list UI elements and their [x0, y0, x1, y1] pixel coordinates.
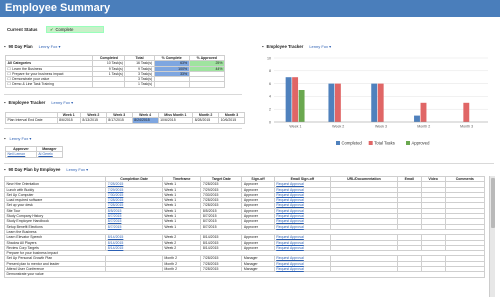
checkbox-icon[interactable]: ☐: [8, 77, 11, 81]
chevron-down-icon: ▾: [71, 100, 74, 105]
category-cell: ☐ Demo & Line Task Training: [4, 81, 94, 88]
bullet-icon: ▪: [4, 167, 6, 172]
tracker-row-label: Plan Interval End Date: [5, 117, 58, 124]
tracker-filter[interactable]: Lenny Fox ▾: [51, 100, 73, 105]
plan-by-employee-title: ▪ 90 Day Plan by Employee Lenny Fox ▾: [4, 167, 89, 172]
bullet-icon: ▪: [4, 100, 6, 105]
page-title: Employee Summary: [5, 2, 111, 14]
y-tick-label: 4: [269, 95, 271, 99]
legend-swatch: [336, 141, 340, 145]
chart-filter[interactable]: Lenny Fox ▾: [309, 44, 331, 49]
checkbox-icon[interactable]: ☐: [8, 72, 11, 76]
bar-total-tasks[interactable]: [292, 77, 299, 122]
legend-label: Completed: [342, 141, 363, 146]
y-tick-label: 8: [269, 69, 271, 73]
checkbox-icon[interactable]: ☐: [8, 67, 11, 71]
plan90-section-title: ▪ 90 Day Plan Lenny Fox ▾: [4, 44, 61, 49]
plan-by-employee-table: Completion Date Timeframe Target Date Sign-…: [4, 176, 486, 278]
chart-section-title: ▪ Employee Tracker Lenny Fox ▾: [262, 44, 332, 49]
plan90-filter[interactable]: Lenny Fox ▾: [39, 44, 61, 49]
x-tick-label: Month 3: [460, 125, 473, 129]
plan-by-employee-viewport: Completion Date Timeframe Target Date Sign-…: [4, 176, 487, 297]
bar-approved[interactable]: [298, 90, 305, 122]
bar-completed[interactable]: [414, 115, 420, 122]
bar-completed[interactable]: [328, 83, 335, 122]
y-tick-label: 6: [269, 82, 271, 86]
bar-total-tasks[interactable]: [334, 83, 341, 122]
tracker-section-title: ▪ Employee Tracker Lenny Fox ▾: [4, 100, 74, 105]
pct-complete-cell: [153, 81, 190, 88]
pct-approved-cell: [188, 81, 226, 88]
tracker-date-cell: 8/24/2015: [131, 117, 159, 124]
x-tick-label: Week 3: [375, 125, 387, 129]
bullet-icon: ▪: [262, 44, 264, 49]
table-row: Demonstrate your value: [4, 271, 485, 278]
approver-table: Approver Manager Neil Lemon Al Gerelx: [5, 145, 64, 158]
bar-completed[interactable]: [285, 77, 292, 122]
tracker-date-cell: 8/6/2015: [56, 117, 81, 124]
section-divider: [4, 163, 494, 164]
tracker-table: Week 1 Week 2 Week 3 Week 4 Miss Month 1 Mont…: [5, 111, 245, 124]
legend-label: Total Tasks: [374, 141, 395, 146]
y-tick-label: 2: [269, 108, 271, 112]
table-row: ☐ Demo & Line Task Training 1 Task(s): [4, 81, 226, 88]
y-tick-label: 0: [269, 120, 271, 124]
section-divider: [4, 128, 242, 129]
legend-swatch: [406, 141, 410, 145]
bullet-icon: ▪: [4, 44, 6, 49]
tracker-date-cell: 8/13/2015: [79, 117, 107, 124]
completed-cell: [92, 81, 126, 88]
chevron-down-icon: ▾: [29, 136, 32, 141]
bar-total-tasks[interactable]: [377, 83, 384, 122]
scrollbar-thumb[interactable]: [491, 178, 495, 228]
bar-completed[interactable]: [371, 83, 378, 122]
plan90-table: Completed Total% Complete% Approved All C…: [4, 54, 226, 88]
bar-total-tasks[interactable]: [420, 102, 427, 122]
chevron-down-icon: ▾: [329, 44, 332, 49]
x-tick-label: Week 2: [332, 125, 344, 129]
status-value: Complete: [55, 26, 74, 32]
check-icon: ✔: [50, 26, 54, 32]
approver-link[interactable]: Neil Lemon: [5, 151, 37, 158]
bar-total-tasks[interactable]: [463, 102, 470, 122]
checkbox-icon[interactable]: ☐: [8, 82, 11, 86]
bullet-icon: ▪: [4, 136, 6, 141]
approver-filter[interactable]: Lenny Fox ▾: [10, 136, 32, 141]
plan-by-employee-filter[interactable]: Lenny Fox ▾: [66, 167, 88, 172]
x-tick-label: Week 1: [289, 125, 301, 129]
tracker-date-cell: 10/6/2015: [218, 117, 245, 124]
chevron-down-icon: ▾: [58, 44, 61, 49]
vertical-scrollbar[interactable]: [489, 176, 495, 297]
chevron-down-icon: ▾: [86, 167, 89, 172]
total-cell: 1 Task(s): [124, 81, 155, 88]
legend-swatch: [368, 141, 373, 145]
tracker-date-cell: 10/6/2015: [157, 117, 194, 124]
legend-label: Approved: [412, 141, 431, 146]
y-tick-label: 10: [267, 56, 271, 60]
tracker-date-cell: 8/28/2015: [192, 117, 220, 124]
tracker-date-cell: 8/17/2015: [105, 117, 133, 124]
status-badge: ✔ Complete: [46, 25, 104, 33]
x-tick-label: Month 2: [417, 125, 430, 129]
group-header: Demonstrate your value: [4, 271, 485, 278]
employee-tracker-chart: 0 2 4 6 8 10 Week 1 Week 2 Week 3 Month 2 Month 3…: [267, 56, 488, 146]
section-divider: [4, 94, 242, 95]
approver-section-title: ▪ Lenny Fox ▾: [4, 136, 31, 141]
header-banner: Employee Summary: [0, 0, 500, 17]
manager-link[interactable]: Al Gerelx: [35, 151, 64, 158]
current-status-label: Current Status: [7, 27, 38, 32]
